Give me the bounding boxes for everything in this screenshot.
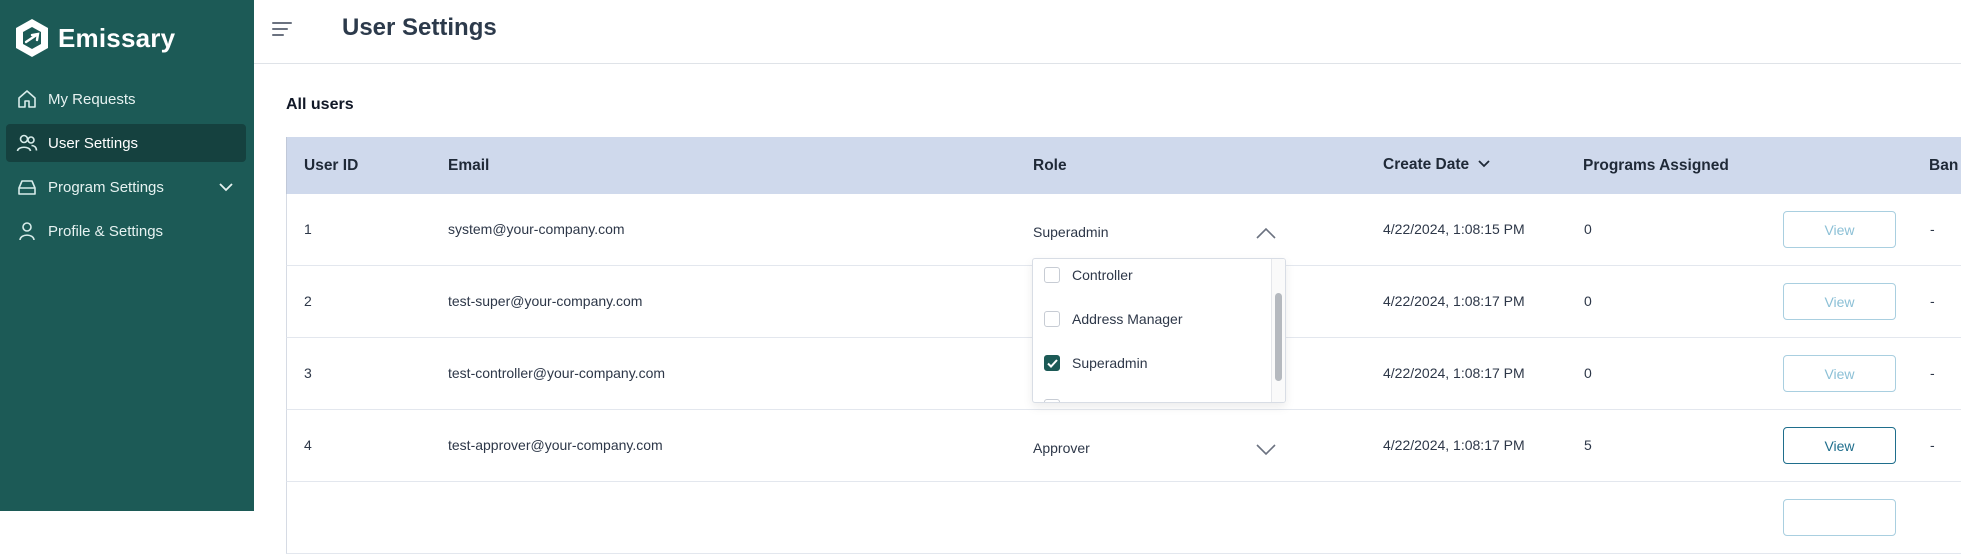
sidebar: Emissary My Requests User Settings Progr…: [0, 0, 254, 511]
table-row: 4 test-approver@your-company.com Approve…: [286, 410, 1961, 482]
create-date-label: Create Date: [1383, 156, 1470, 173]
menu-icon[interactable]: [272, 22, 292, 38]
programs-cell: 0: [1584, 221, 1592, 237]
create-date-cell: 4/22/2024, 1:08:17 PM: [1383, 365, 1525, 381]
table-row: [286, 482, 1961, 554]
role-select-value[interactable]: Approver: [1033, 440, 1090, 456]
role-option-controller[interactable]: Controller: [1044, 267, 1133, 283]
create-date-cell: 4/22/2024, 1:08:17 PM: [1383, 293, 1525, 309]
role-option-superadmin[interactable]: Superadmin: [1044, 355, 1148, 371]
ban-cell: -: [1930, 293, 1935, 309]
column-header-ban[interactable]: Ban: [1929, 157, 1958, 175]
email-cell: test-approver@your-company.com: [448, 437, 663, 453]
user-id-cell: 1: [304, 221, 312, 237]
brand[interactable]: Emissary: [14, 18, 175, 58]
role-option-label: Controller: [1072, 267, 1133, 283]
programs-cell: 0: [1584, 365, 1592, 381]
drive-icon: [16, 176, 38, 198]
users-icon: [16, 132, 38, 154]
brand-name: Emissary: [58, 22, 176, 53]
sidebar-item-label: User Settings: [48, 134, 139, 152]
ban-cell: -: [1930, 437, 1935, 453]
sort-chevron-down-icon: [1478, 160, 1491, 168]
checkbox-checked[interactable]: [1044, 355, 1060, 371]
user-id-cell: 3: [304, 365, 312, 381]
role-option-label: Superadmin: [1072, 355, 1148, 371]
sidebar-item-label: Program Settings: [48, 178, 164, 196]
emissary-logo-icon: [16, 19, 48, 57]
email-cell: test-super@your-company.com: [448, 293, 643, 309]
email-cell: system@your-company.com: [448, 221, 625, 237]
view-button[interactable]: View: [1783, 355, 1896, 392]
user-id-cell: 2: [304, 293, 312, 309]
create-date-cell: 4/22/2024, 1:08:17 PM: [1383, 437, 1525, 453]
scrollbar-thumb[interactable]: [1275, 293, 1282, 381]
checkbox[interactable]: [1044, 267, 1060, 283]
user-id-cell: 4: [304, 437, 312, 453]
chevron-up-icon[interactable]: [1255, 226, 1277, 240]
sidebar-item-program-settings[interactable]: Program Settings: [6, 168, 246, 206]
role-dropdown-menu: Controller Address Manager Superadmin: [1032, 258, 1286, 403]
table-row: 1 system@your-company.com Superadmin 4/2…: [286, 194, 1961, 266]
column-header-create-date[interactable]: Create Date: [1383, 156, 1491, 174]
role-select-value[interactable]: Superadmin: [1033, 224, 1109, 240]
column-header-role[interactable]: Role: [1033, 157, 1067, 175]
home-icon: [16, 88, 38, 110]
sidebar-item-label: Profile & Settings: [48, 222, 164, 240]
programs-cell: 0: [1584, 293, 1592, 309]
chevron-down-icon[interactable]: [1255, 442, 1277, 456]
top-bar: User Settings: [254, 0, 1961, 64]
check-icon: [1046, 358, 1058, 368]
email-cell: test-controller@your-company.com: [448, 365, 666, 381]
dropdown-scrollbar[interactable]: [1271, 259, 1285, 402]
programs-cell: 5: [1584, 437, 1592, 453]
sidebar-item-user-settings[interactable]: User Settings: [6, 124, 246, 162]
column-header-programs-assigned[interactable]: Programs Assigned: [1583, 157, 1729, 175]
view-button[interactable]: View: [1783, 427, 1896, 464]
view-button[interactable]: View: [1783, 211, 1896, 248]
sidebar-item-my-requests[interactable]: My Requests: [6, 80, 246, 118]
sidebar-item-profile-settings[interactable]: Profile & Settings: [6, 212, 246, 250]
column-header-user-id[interactable]: User ID: [304, 157, 358, 175]
create-date-cell: 4/22/2024, 1:08:15 PM: [1383, 221, 1525, 237]
checkbox[interactable]: [1044, 399, 1060, 402]
chevron-down-icon[interactable]: [218, 179, 234, 195]
view-button[interactable]: View: [1783, 283, 1896, 320]
role-option-address-manager[interactable]: Address Manager: [1044, 311, 1183, 327]
person-icon: [16, 220, 38, 242]
checkbox[interactable]: [1044, 311, 1060, 327]
role-option-label: Address Manager: [1072, 311, 1183, 327]
table-header: User ID Email Role Create Date Programs …: [286, 137, 1961, 194]
view-button[interactable]: [1783, 499, 1896, 536]
sidebar-item-label: My Requests: [48, 90, 136, 108]
column-header-email[interactable]: Email: [448, 157, 489, 175]
ban-cell: -: [1930, 365, 1935, 381]
section-title: All users: [286, 96, 354, 113]
page-title: User Settings: [342, 14, 497, 41]
role-option-partial[interactable]: [1044, 399, 1072, 402]
ban-cell: -: [1930, 221, 1935, 237]
